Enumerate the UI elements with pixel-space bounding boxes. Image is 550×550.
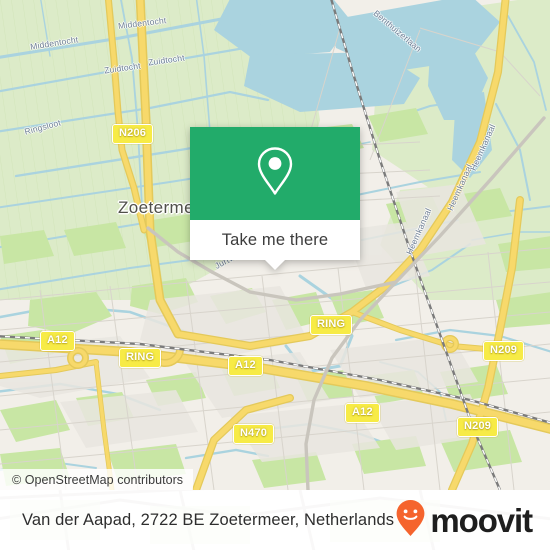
road-shield-n209-north[interactable]: N209 [483, 341, 525, 361]
road-shield-n206[interactable]: N206 [112, 124, 154, 144]
map-canvas[interactable]: Middentocht Middentocht Zuidtocht Zuidto… [0, 0, 550, 490]
popup-header [190, 127, 360, 220]
road-shield-a12-east[interactable]: A12 [345, 403, 380, 423]
bottom-info-bar: Van der Aapad, 2722 BE Zoetermeer, Nethe… [0, 490, 550, 550]
map-pin-icon [254, 144, 296, 203]
location-popup-card[interactable]: Take me there [190, 127, 360, 270]
road-shield-ring-west[interactable]: RING [119, 348, 162, 368]
attribution-text: © OpenStreetMap contributors [12, 472, 184, 487]
moovit-pin-smiley-icon [395, 499, 426, 542]
popup-footer[interactable]: Take me there [190, 220, 360, 270]
map-attribution[interactable]: © OpenStreetMap contributors [0, 469, 194, 490]
map-screenshot: Middentocht Middentocht Zuidtocht Zuidto… [0, 0, 550, 550]
road-shield-n209-south[interactable]: N209 [457, 417, 499, 437]
road-shield-a12-west[interactable]: A12 [40, 331, 75, 351]
moovit-logo[interactable]: moovit [395, 499, 533, 542]
popup-pointer-tail [264, 259, 286, 270]
road-shield-ring-east[interactable]: RING [310, 315, 353, 335]
address-label: Van der Aapad, 2722 BE Zoetermeer, Nethe… [22, 510, 395, 529]
road-shield-n470[interactable]: N470 [233, 424, 275, 444]
road-shield-a12-center[interactable]: A12 [228, 356, 263, 376]
moovit-wordmark: moovit [430, 501, 533, 539]
take-me-there-button[interactable]: Take me there [222, 231, 329, 250]
